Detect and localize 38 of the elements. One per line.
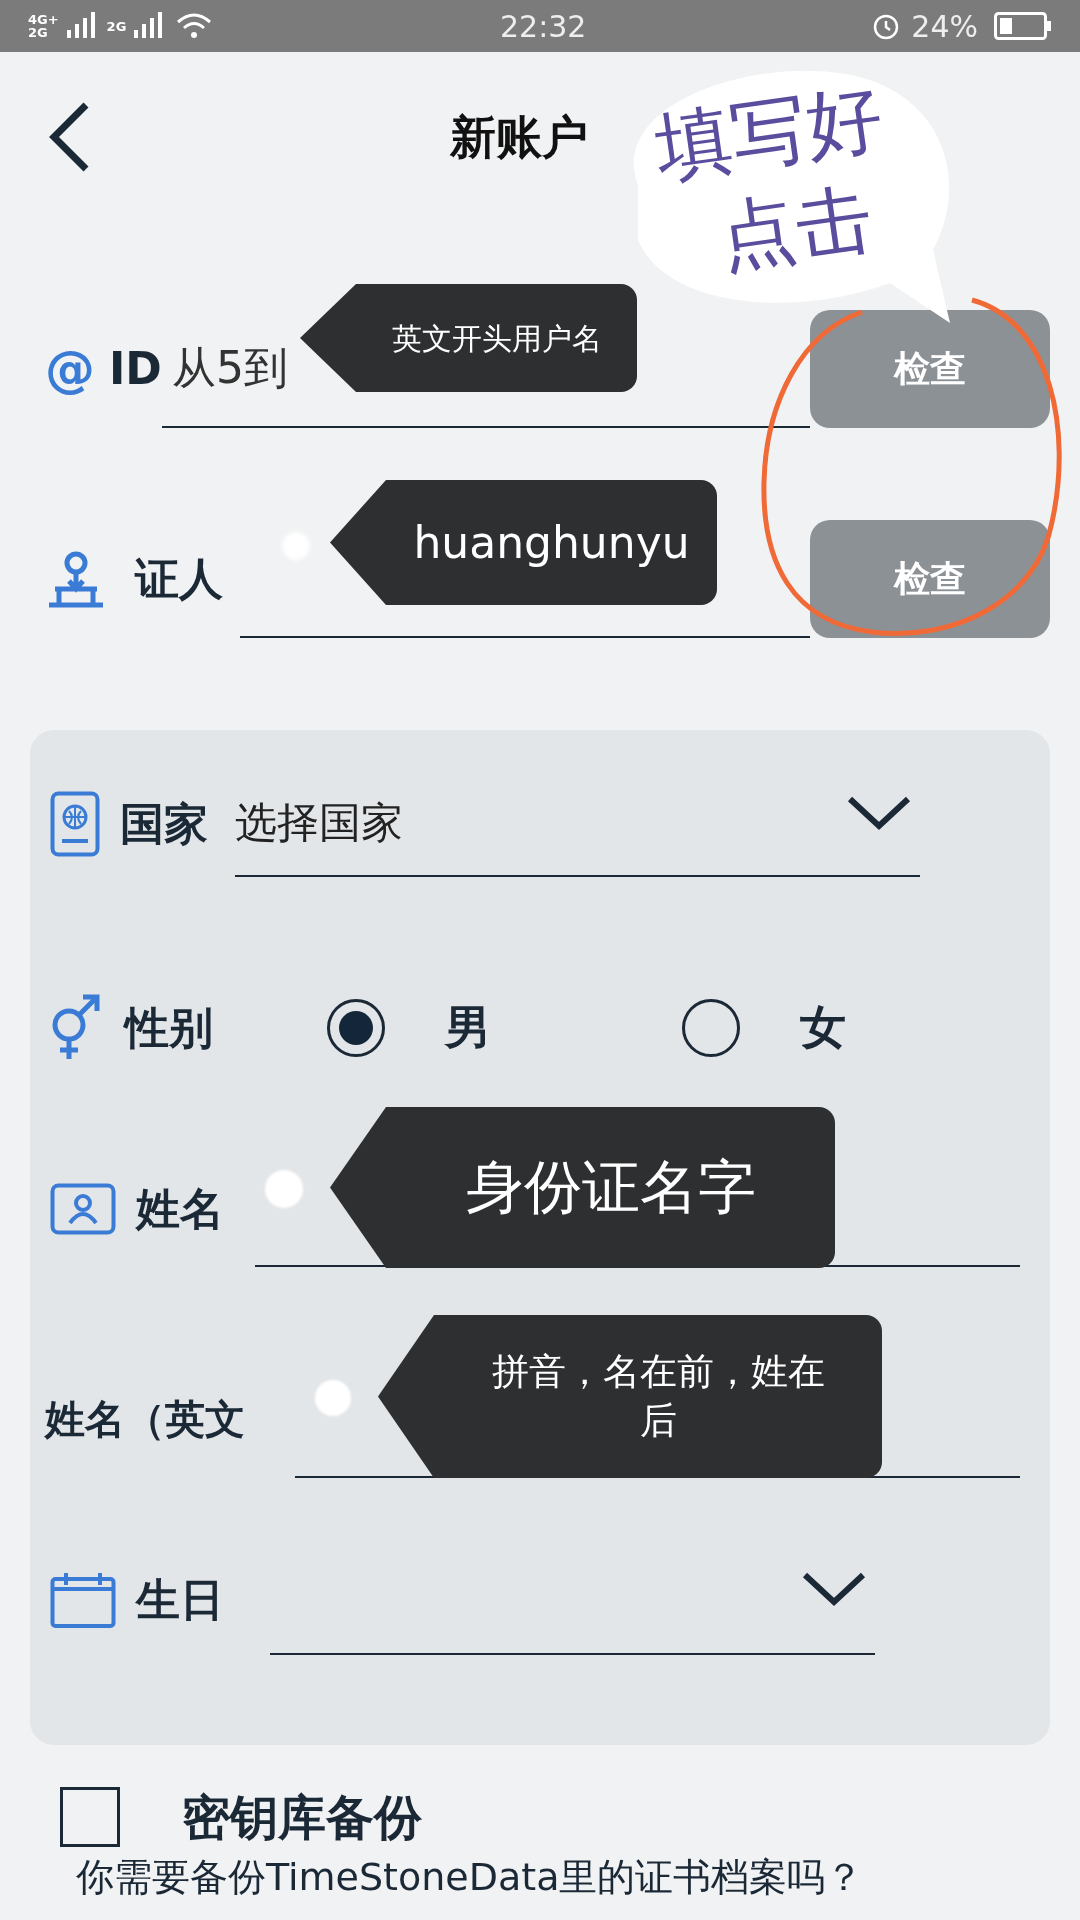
id-card-icon [50, 1182, 116, 1235]
tooltip: 拼音，名在前，姓在后 [378, 1315, 882, 1478]
battery-icon [994, 12, 1052, 40]
check-button[interactable]: 检查 [810, 520, 1050, 638]
passport-icon [50, 790, 100, 857]
field-label: 姓名 [136, 1181, 224, 1236]
dropdown-field[interactable]: 选择国家 [235, 770, 920, 877]
checkbox[interactable] [60, 1787, 120, 1847]
description-text: 你需要备份TimeStoneData里的证书档案吗？ [75, 1855, 865, 1901]
network-label: 2G [28, 26, 49, 39]
wifi-icon [176, 12, 213, 40]
radio-button[interactable] [682, 998, 740, 1057]
battery-percent: 24% [911, 7, 978, 46]
field-label: 国家 [120, 796, 208, 851]
signal-icon [64, 12, 95, 40]
field-value: 选择国家 [235, 797, 403, 849]
field-label: 性别 [125, 1000, 213, 1055]
at-icon: @ [45, 331, 95, 407]
tooltip: 身份证名字 [330, 1107, 835, 1268]
network-label: 4G+ [28, 13, 59, 26]
tooltip: huanghunyu [330, 480, 717, 605]
chevron-down-icon [801, 1571, 867, 1607]
field-label: 生日 [136, 1573, 224, 1627]
option-label: 女 [800, 999, 846, 1056]
field-label: 姓名（英文 [45, 1395, 245, 1444]
status-time: 22:32 [500, 7, 587, 46]
field-label: ID [109, 342, 162, 396]
calendar-icon [50, 1571, 116, 1629]
network-label: 2G [106, 19, 127, 33]
check-button[interactable]: 检查 [810, 310, 1050, 428]
option-label: 男 [445, 999, 491, 1056]
radio-button[interactable] [327, 998, 385, 1057]
checkbox-label: 密钥库备份 [182, 1788, 422, 1847]
chevron-down-icon [846, 794, 912, 831]
page-title: 新账户 [450, 108, 588, 166]
field-label: 证人 [135, 552, 223, 606]
tooltip: 英文开头用户名 [300, 284, 637, 392]
signal-icon [132, 12, 163, 40]
